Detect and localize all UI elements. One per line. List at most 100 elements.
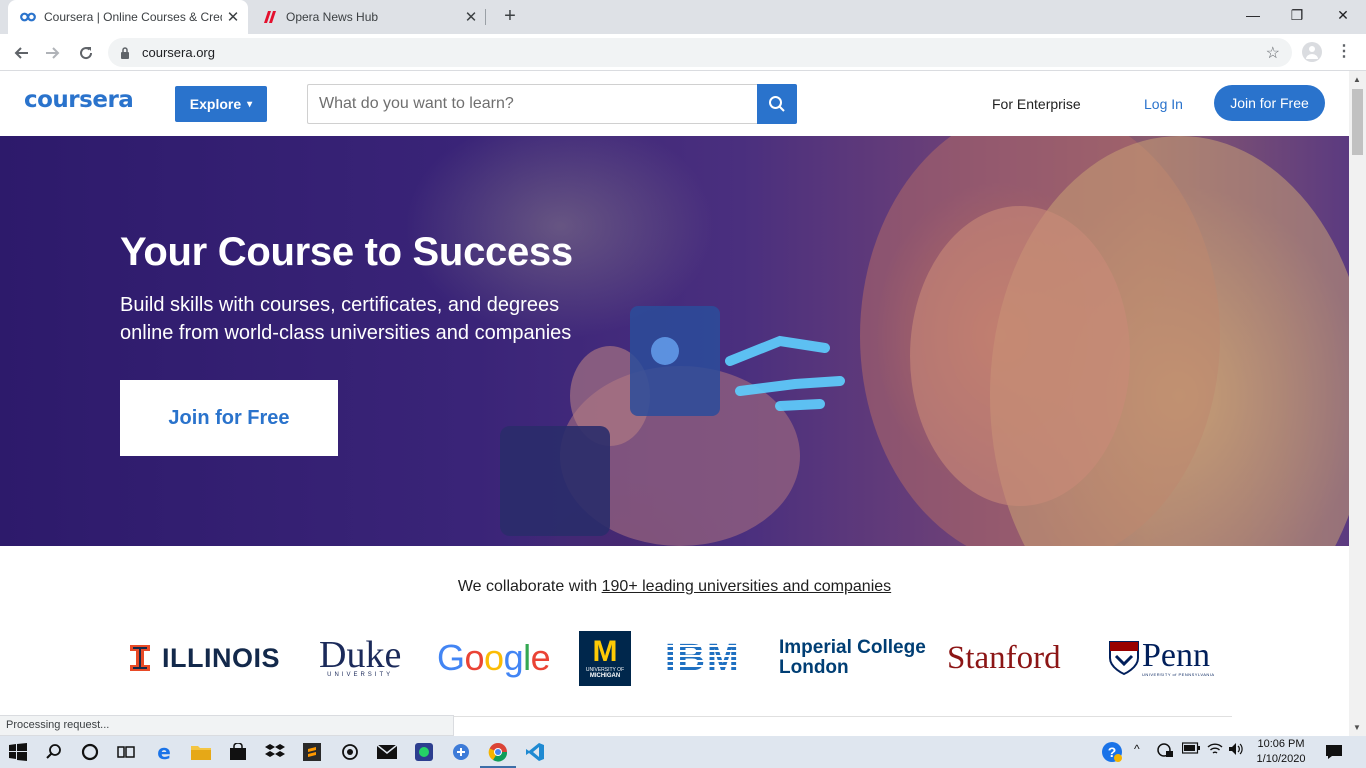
page-scrollbar[interactable]: ▲ ▼ <box>1349 71 1366 736</box>
help-icon[interactable]: ? <box>1101 741 1123 766</box>
site-header: coursera Explore ▾ For Enterprise Log In… <box>0 71 1349 136</box>
michigan-subtext: MICHIGAN <box>589 673 621 679</box>
explore-button[interactable]: Explore ▾ <box>175 86 267 122</box>
reload-icon <box>80 47 93 60</box>
explore-label: Explore <box>189 96 242 112</box>
scroll-down-icon[interactable]: ▼ <box>1353 723 1361 732</box>
store-icon[interactable] <box>226 740 250 764</box>
url-text: coursera.org <box>142 45 215 60</box>
sublime-text-icon[interactable] <box>300 740 324 764</box>
lock-icon <box>120 46 130 64</box>
search-icon[interactable] <box>42 740 66 764</box>
google-logo[interactable]: Google <box>437 630 551 686</box>
windows-start-icon[interactable] <box>6 740 30 764</box>
forward-arrow-icon <box>46 47 60 59</box>
collaborate-intro: We collaborate with <box>457 578 602 595</box>
header-join-button[interactable]: Join for Free <box>1214 85 1325 121</box>
browser-status-bubble: Processing request... <box>0 715 454 736</box>
illinois-logo[interactable]: ILLINOIS <box>130 630 280 686</box>
collaborate-text: We collaborate with 190+ leading univers… <box>0 578 1349 596</box>
windows-taskbar: e ? ^ 10:06 PM 1/10/2020 <box>0 736 1366 768</box>
duke-logo[interactable]: Duke UNIVERSITY <box>319 630 401 686</box>
divider <box>454 716 1232 717</box>
vscode-icon[interactable] <box>523 740 547 764</box>
bookmark-star-icon[interactable]: ☆ <box>1266 43 1280 63</box>
illinois-i-icon <box>130 645 150 671</box>
google-letter: o <box>464 637 485 678</box>
back-button[interactable] <box>8 40 34 66</box>
hero-banner: Your Course to Success Build skills with… <box>0 136 1349 546</box>
hero-subtitle: Build skills with courses, certificates,… <box>120 291 620 347</box>
tab-close-icon[interactable]: ✕ <box>222 8 244 26</box>
notifications-icon[interactable] <box>1322 740 1346 764</box>
dropbox-icon[interactable] <box>263 740 287 764</box>
stanford-logo[interactable]: Stanford <box>947 630 1061 686</box>
google-letter: g <box>503 637 524 678</box>
whatsapp-icon[interactable] <box>412 740 436 764</box>
edge-icon[interactable]: e <box>152 740 176 764</box>
cortana-icon[interactable] <box>78 740 102 764</box>
michigan-logo[interactable]: M UNIVERSITY OF MICHIGAN <box>579 630 631 686</box>
forward-button[interactable] <box>40 40 66 66</box>
search-icon <box>769 96 785 112</box>
address-bar[interactable]: coursera.org ☆ <box>108 38 1292 67</box>
scroll-up-icon[interactable]: ▲ <box>1353 75 1361 84</box>
browser-menu-icon[interactable]: ⋮ <box>1334 40 1354 66</box>
taskbar-clock[interactable]: 10:06 PM 1/10/2020 <box>1252 737 1310 767</box>
michigan-m: M <box>592 635 618 668</box>
imperial-line: London <box>779 657 849 678</box>
show-hidden-icons-icon[interactable]: ^ <box>1134 742 1140 756</box>
google-letter: o <box>484 637 504 678</box>
google-letter: G <box>437 637 465 678</box>
browser-toolbar: coursera.org ☆ ⋮ <box>0 34 1366 71</box>
network-sync-icon[interactable] <box>1156 742 1174 761</box>
coursera-favicon-icon <box>20 9 36 25</box>
browser-tabstrip: Coursera | Online Courses & Credentials … <box>0 0 1366 34</box>
imperial-line: Imperial College <box>779 637 926 658</box>
tab-close-icon[interactable]: ✕ <box>460 8 482 26</box>
hero-subtitle-line: online from world-class universities and… <box>120 322 572 344</box>
stanford-wordmark: Stanford <box>947 639 1061 676</box>
clock-date: 1/10/2020 <box>1256 753 1306 765</box>
illinois-wordmark: ILLINOIS <box>162 642 280 673</box>
tab-coursera[interactable]: Coursera | Online Courses & Credentials … <box>8 0 248 34</box>
michigan-block: M UNIVERSITY OF MICHIGAN <box>579 630 631 686</box>
partners-link[interactable]: 190+ leading universities and companies <box>602 578 892 595</box>
search-button[interactable] <box>757 84 797 124</box>
chrome-icon[interactable] <box>480 740 516 768</box>
clock-time: 10:06 PM <box>1257 738 1305 750</box>
volume-icon[interactable] <box>1228 742 1244 759</box>
penn-text: Penn UNIVERSITY of PENNSYLVANIA <box>1142 636 1215 677</box>
login-link[interactable]: Log In <box>1144 96 1183 112</box>
coursera-logo[interactable]: coursera <box>24 87 134 113</box>
hero-join-button[interactable]: Join for Free <box>120 380 338 456</box>
ibm-logo[interactable]: IBM <box>665 630 741 686</box>
hero-subtitle-line: Build skills with courses, certificates,… <box>120 294 560 316</box>
restore-button[interactable]: ❐ <box>1274 0 1320 32</box>
wifi-icon[interactable] <box>1207 742 1223 759</box>
reload-button[interactable] <box>73 40 99 66</box>
penn-wordmark: Penn <box>1142 636 1210 674</box>
mail-icon[interactable] <box>375 740 399 764</box>
tab-title: Coursera | Online Courses & Credentials <box>44 10 222 24</box>
duke-subtext: UNIVERSITY <box>327 672 394 678</box>
profile-avatar-icon[interactable] <box>1302 42 1322 62</box>
search-input[interactable] <box>307 84 758 124</box>
tab-opera-news[interactable]: Opera News Hub ✕ <box>250 0 486 34</box>
chevron-down-icon: ▾ <box>247 98 253 110</box>
penn-logo[interactable]: Penn UNIVERSITY of PENNSYLVANIA <box>1108 630 1215 686</box>
app-icon[interactable] <box>449 740 473 764</box>
file-explorer-icon[interactable] <box>189 740 213 764</box>
task-view-icon[interactable] <box>114 740 138 764</box>
minimize-button[interactable]: — <box>1230 0 1276 32</box>
google-letter: l <box>523 637 531 678</box>
for-enterprise-link[interactable]: For Enterprise <box>992 96 1081 112</box>
ibm-wordmark: IBM <box>665 636 741 679</box>
imperial-logo[interactable]: Imperial College London <box>779 630 926 686</box>
close-window-button[interactable]: ✕ <box>1320 0 1366 32</box>
settings-gear-icon[interactable] <box>338 740 362 764</box>
battery-icon[interactable] <box>1181 742 1200 757</box>
penn-subtext: UNIVERSITY of PENNSYLVANIA <box>1142 671 1215 677</box>
new-tab-button[interactable]: + <box>498 5 522 29</box>
scrollbar-thumb[interactable] <box>1352 89 1363 155</box>
